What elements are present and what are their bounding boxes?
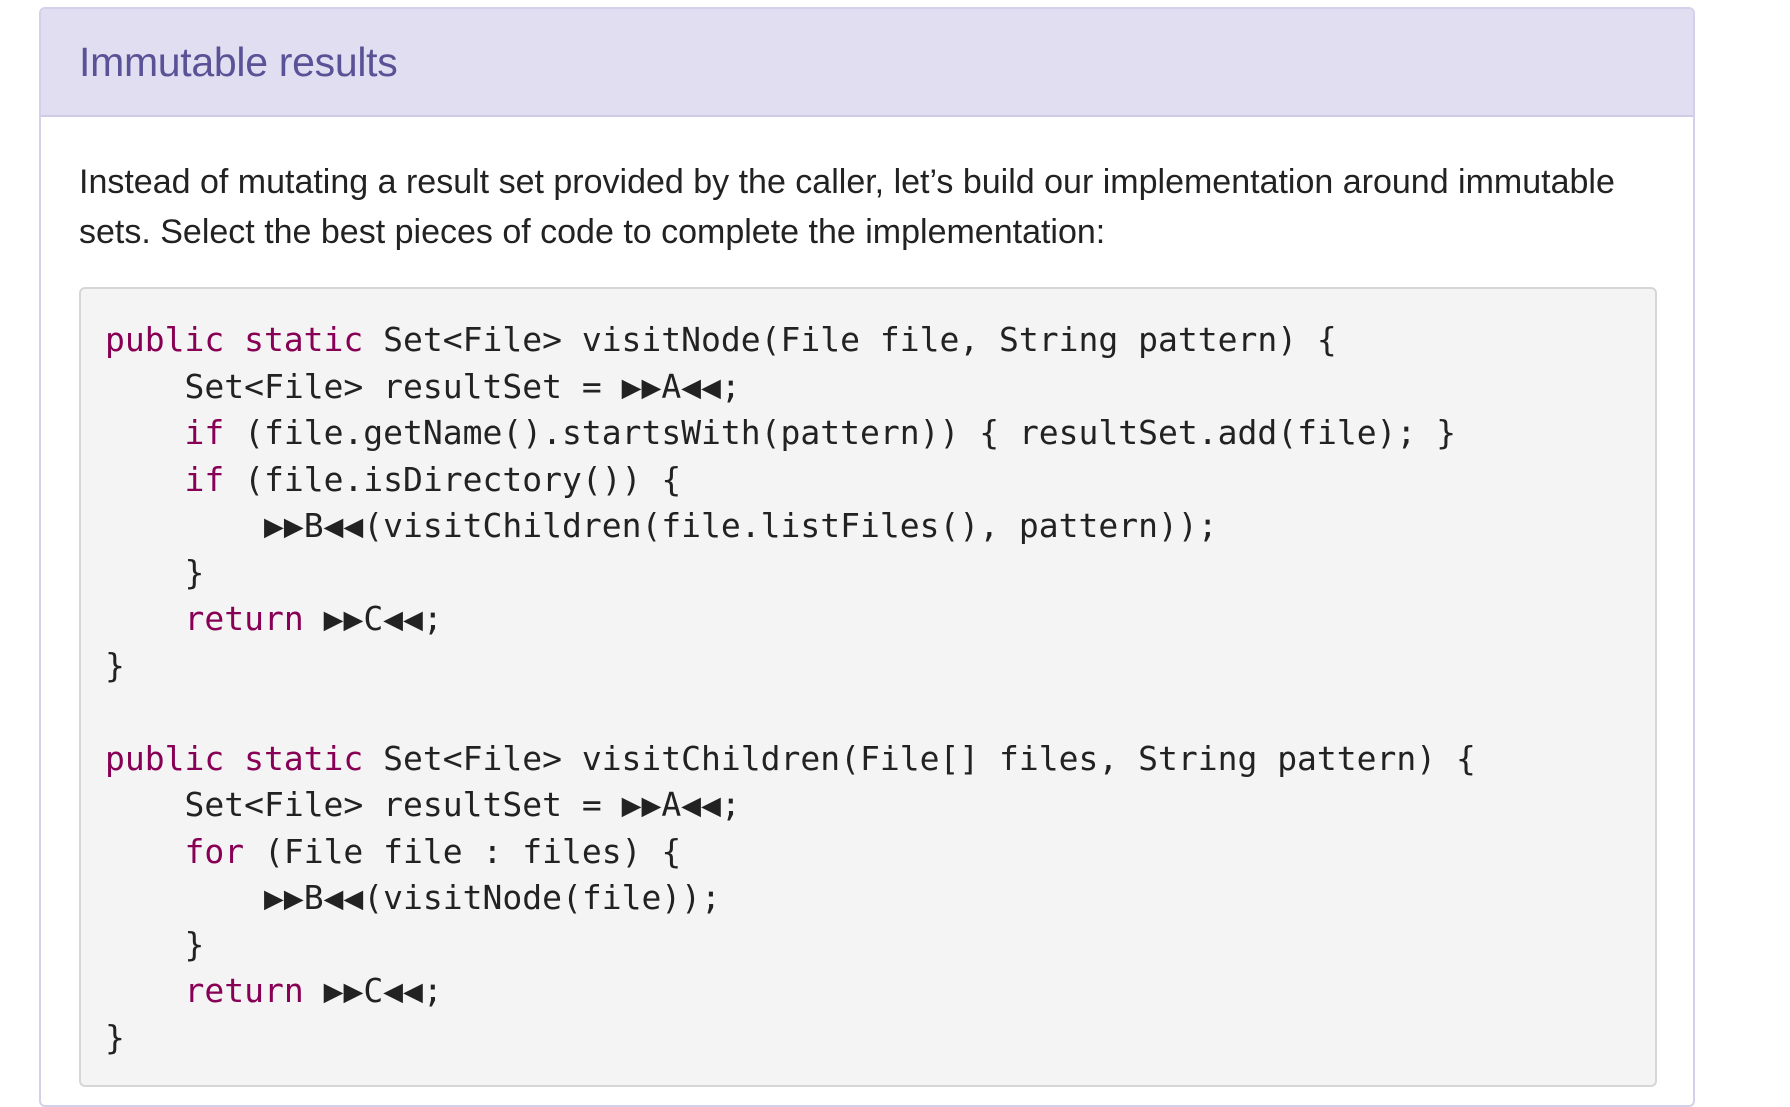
code-text: Set<File> visitNode(File file, String pa… bbox=[363, 320, 1337, 359]
code-text: ; bbox=[720, 785, 741, 824]
code-line: if (file.getName().startsWith(pattern)) … bbox=[105, 410, 1631, 457]
blank-c-marker[interactable]: ▶▶C◀◀ bbox=[324, 968, 423, 1015]
panel-title: Immutable results bbox=[79, 38, 398, 85]
exercise-panel: Immutable results Instead of mutating a … bbox=[39, 7, 1695, 1107]
blank-a-marker[interactable]: ▶▶A◀◀ bbox=[622, 782, 721, 829]
code-keyword: public static bbox=[105, 320, 364, 359]
code-line: public static Set<File> visitNode(File f… bbox=[105, 317, 1631, 364]
code-keyword: if bbox=[184, 459, 225, 499]
panel-heading: Immutable results bbox=[41, 9, 1693, 117]
code-keyword: public static bbox=[105, 738, 364, 778]
code-line: for (File file : files) { bbox=[105, 829, 1631, 876]
code-text: ; bbox=[422, 971, 443, 1010]
code-line: return ▶▶C◀◀; bbox=[105, 968, 1631, 1015]
code-text: (visitChildren(file.listFiles(), pattern… bbox=[363, 506, 1218, 545]
code-line: public static Set<File> visitChildren(Fi… bbox=[105, 736, 1631, 783]
code-keyword: if bbox=[184, 413, 225, 452]
code-text: (File file : files) { bbox=[244, 831, 682, 871]
code-text: } bbox=[105, 645, 125, 685]
code-line: Set<File> resultSet = ▶▶A◀◀; bbox=[105, 782, 1631, 829]
blank-b-marker[interactable]: ▶▶B◀◀ bbox=[264, 875, 363, 922]
code-line: ▶▶B◀◀(visitNode(file)); bbox=[105, 875, 1631, 922]
code-text: } bbox=[105, 552, 205, 592]
code-text: Set<File> resultSet = bbox=[184, 366, 622, 406]
exercise-instructions: Instead of mutating a result set provide… bbox=[79, 163, 1615, 251]
code-text: (file.getName().startsWith(pattern)) { r… bbox=[224, 413, 1457, 452]
code-line: return ▶▶C◀◀; bbox=[105, 596, 1631, 643]
code-line: } bbox=[105, 922, 1631, 969]
code-line: } bbox=[105, 1015, 1631, 1062]
code-text: } bbox=[105, 924, 205, 964]
code-line: } bbox=[105, 550, 1631, 597]
blank-c-marker[interactable]: ▶▶C◀◀ bbox=[324, 596, 423, 643]
code-text: Set<File> visitChildren(File[] files, St… bbox=[363, 738, 1476, 778]
code-text: ; bbox=[720, 366, 741, 406]
code-line: Set<File> resultSet = ▶▶A◀◀; bbox=[105, 364, 1631, 411]
code-keyword: return bbox=[184, 971, 304, 1010]
code-line: ▶▶B◀◀(visitChildren(file.listFiles(), pa… bbox=[105, 503, 1631, 550]
code-keyword: return bbox=[184, 599, 304, 638]
code-line: } bbox=[105, 643, 1631, 690]
code-text: Set<File> resultSet = bbox=[184, 785, 622, 824]
code-block: public static Set<File> visitNode(File f… bbox=[79, 287, 1657, 1087]
code-text: (visitNode(file)); bbox=[363, 878, 721, 917]
code-text: (file.isDirectory()) { bbox=[224, 459, 682, 499]
code-keyword: for bbox=[184, 831, 245, 871]
code-line: if (file.isDirectory()) { bbox=[105, 457, 1631, 504]
panel-body: Instead of mutating a result set provide… bbox=[41, 117, 1693, 1087]
blank-a-marker[interactable]: ▶▶A◀◀ bbox=[622, 364, 721, 411]
code-text: ; bbox=[422, 599, 443, 638]
code-text: } bbox=[105, 1017, 125, 1057]
blank-b-marker[interactable]: ▶▶B◀◀ bbox=[264, 503, 363, 550]
